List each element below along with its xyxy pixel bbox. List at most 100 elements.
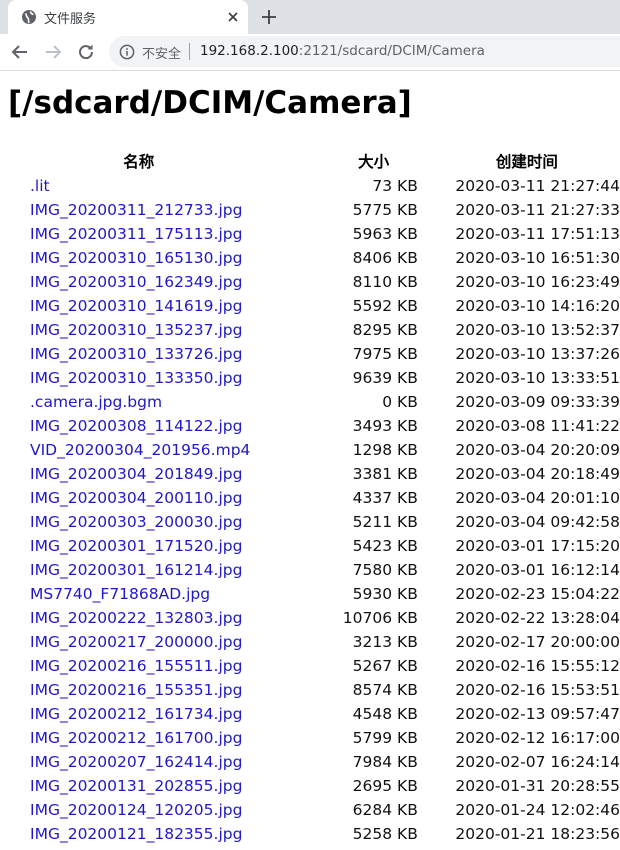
file-link[interactable]: IMG_20200310_133726.jpg <box>30 345 242 363</box>
file-name-cell: IMG_20200311_212733.jpg <box>8 198 290 222</box>
table-row: IMG_20200124_120205.jpg 6284 KB 2020-01-24… <box>8 798 620 822</box>
file-link[interactable]: IMG_20200308_114122.jpg <box>30 417 242 435</box>
file-link[interactable]: IMG_20200222_132803.jpg <box>30 609 242 627</box>
file-date: 2020-03-10 16:51:30 <box>455 249 620 267</box>
address-bar[interactable]: 不安全 192.168.2.100:2121/sdcard/DCIM/Camer… <box>109 36 620 67</box>
file-size: 9639 KB <box>352 369 418 387</box>
file-link[interactable]: IMG_20200121_182355.jpg <box>30 825 242 843</box>
file-link[interactable]: IMG_20200212_161734.jpg <box>30 705 242 723</box>
file-link[interactable]: IMG_20200310_162349.jpg <box>30 273 242 291</box>
file-date: 2020-03-04 20:20:09 <box>455 441 620 459</box>
file-name-cell: .lit <box>8 174 290 198</box>
file-link[interactable]: IMG_20200216_155511.jpg <box>30 657 242 675</box>
file-table: 名称 大小 创建时间 .lit 73 KB 2020-03-11 21:27:44 I… <box>8 148 620 846</box>
file-size: 3213 KB <box>352 633 418 651</box>
table-row: IMG_20200212_161734.jpg 4548 KB 2020-02-13… <box>8 702 620 726</box>
tab-strip: 文件服务 <box>0 0 620 34</box>
file-date: 2020-03-01 16:12:14 <box>455 561 620 579</box>
file-name-cell: IMG_20200310_165130.jpg <box>8 246 290 270</box>
file-name-cell: IMG_20200121_182355.jpg <box>8 822 290 846</box>
table-row: .lit 73 KB 2020-03-11 21:27:44 <box>8 174 620 198</box>
file-link[interactable]: VID_20200304_201956.mp4 <box>30 441 250 459</box>
file-name-cell: IMG_20200310_135237.jpg <box>8 318 290 342</box>
file-size: 2695 KB <box>352 777 418 795</box>
file-size: 3493 KB <box>352 417 418 435</box>
file-link[interactable]: .lit <box>30 177 50 195</box>
file-size: 7580 KB <box>352 561 418 579</box>
file-link[interactable]: IMG_20200310_133350.jpg <box>30 369 242 387</box>
file-name-cell: IMG_20200207_162414.jpg <box>8 750 290 774</box>
file-link[interactable]: IMG_20200131_202855.jpg <box>30 777 242 795</box>
browser-toolbar: 不安全 192.168.2.100:2121/sdcard/DCIM/Camer… <box>0 34 620 71</box>
file-size: 6284 KB <box>352 801 418 819</box>
file-date: 2020-02-07 16:24:14 <box>455 753 620 771</box>
file-link[interactable]: IMG_20200310_165130.jpg <box>30 249 242 267</box>
file-size: 8406 KB <box>352 249 418 267</box>
table-row: IMG_20200207_162414.jpg 7984 KB 2020-02-07… <box>8 750 620 774</box>
file-link[interactable]: .camera.jpg.bgm <box>30 393 162 411</box>
file-date: 2020-03-10 13:52:37 <box>455 321 620 339</box>
file-link[interactable]: IMG_20200301_171520.jpg <box>30 537 242 555</box>
file-size: 7975 KB <box>352 345 418 363</box>
file-link[interactable]: IMG_20200310_135237.jpg <box>30 321 242 339</box>
file-link[interactable]: IMG_20200303_200030.jpg <box>30 513 242 531</box>
plus-icon[interactable] <box>258 6 280 28</box>
file-size: 8110 KB <box>352 273 418 291</box>
file-link[interactable]: IMG_20200301_161214.jpg <box>30 561 242 579</box>
file-date: 2020-03-04 09:42:58 <box>455 513 620 531</box>
url-text[interactable]: 192.168.2.100:2121/sdcard/DCIM/Camera <box>200 43 485 59</box>
browser-tab[interactable]: 文件服务 <box>8 0 248 34</box>
file-size: 0 KB <box>382 393 418 411</box>
file-name-cell: IMG_20200310_141619.jpg <box>8 294 290 318</box>
table-row: IMG_20200304_201849.jpg 3381 KB 2020-03-04… <box>8 462 620 486</box>
file-link[interactable]: IMG_20200124_120205.jpg <box>30 801 242 819</box>
file-size: 5592 KB <box>352 297 418 315</box>
file-date: 2020-02-12 16:17:00 <box>455 729 620 747</box>
file-link[interactable]: IMG_20200207_162414.jpg <box>30 753 242 771</box>
table-row: IMG_20200310_162349.jpg 8110 KB 2020-03-10… <box>8 270 620 294</box>
file-size: 7984 KB <box>352 753 418 771</box>
file-size: 4337 KB <box>352 489 418 507</box>
arrow-left-icon[interactable] <box>9 41 31 63</box>
table-header-row: 名称 大小 创建时间 <box>8 148 620 174</box>
info-icon[interactable] <box>119 44 135 60</box>
reload-icon[interactable] <box>75 41 97 63</box>
column-header-date: 创建时间 <box>495 153 558 171</box>
file-link[interactable]: IMG_20200216_155351.jpg <box>30 681 242 699</box>
file-link[interactable]: IMG_20200304_201849.jpg <box>30 465 242 483</box>
file-date: 2020-03-09 09:33:39 <box>455 393 620 411</box>
file-name-cell: IMG_20200216_155511.jpg <box>8 654 290 678</box>
table-row: MS7740_F71868AD.jpg 5930 KB 2020-02-23 15:… <box>8 582 620 606</box>
arrow-right-icon[interactable] <box>42 41 64 63</box>
file-link[interactable]: IMG_20200311_212733.jpg <box>30 201 242 219</box>
file-name-cell: MS7740_F71868AD.jpg <box>8 582 290 606</box>
close-icon[interactable] <box>224 8 242 26</box>
file-link[interactable]: IMG_20200311_175113.jpg <box>30 225 242 243</box>
file-link[interactable]: IMG_20200217_200000.jpg <box>30 633 242 651</box>
column-header-name: 名称 <box>123 153 155 171</box>
file-date: 2020-01-24 12:02:46 <box>455 801 620 819</box>
file-date: 2020-02-16 15:55:12 <box>455 657 620 675</box>
table-row: IMG_20200121_182355.jpg 5258 KB 2020-01-21… <box>8 822 620 846</box>
table-row: IMG_20200311_212733.jpg 5775 KB 2020-03-11… <box>8 198 620 222</box>
table-row: IMG_20200311_175113.jpg 5963 KB 2020-03-11… <box>8 222 620 246</box>
column-header-size: 大小 <box>358 153 390 171</box>
table-row: IMG_20200131_202855.jpg 2695 KB 2020-01-31… <box>8 774 620 798</box>
file-date: 2020-03-11 21:27:33 <box>455 201 620 219</box>
file-size: 5963 KB <box>352 225 418 243</box>
table-row: IMG_20200216_155511.jpg 5267 KB 2020-02-16… <box>8 654 620 678</box>
file-link[interactable]: IMG_20200212_161700.jpg <box>30 729 242 747</box>
file-name-cell: IMG_20200212_161734.jpg <box>8 702 290 726</box>
table-row: IMG_20200303_200030.jpg 5211 KB 2020-03-04… <box>8 510 620 534</box>
table-row: VID_20200304_201956.mp4 1298 KB 2020-03-04… <box>8 438 620 462</box>
file-size: 4548 KB <box>352 705 418 723</box>
file-link[interactable]: IMG_20200304_200110.jpg <box>30 489 242 507</box>
file-link[interactable]: IMG_20200310_141619.jpg <box>30 297 242 315</box>
file-link[interactable]: MS7740_F71868AD.jpg <box>30 585 210 603</box>
file-size: 73 KB <box>372 177 418 195</box>
file-name-cell: IMG_20200310_133726.jpg <box>8 342 290 366</box>
file-name-cell: IMG_20200216_155351.jpg <box>8 678 290 702</box>
tab-title: 文件服务 <box>44 12 97 27</box>
file-date: 2020-02-13 09:57:47 <box>455 705 620 723</box>
page-title: [/sdcard/DCIM/Camera] <box>8 85 412 121</box>
